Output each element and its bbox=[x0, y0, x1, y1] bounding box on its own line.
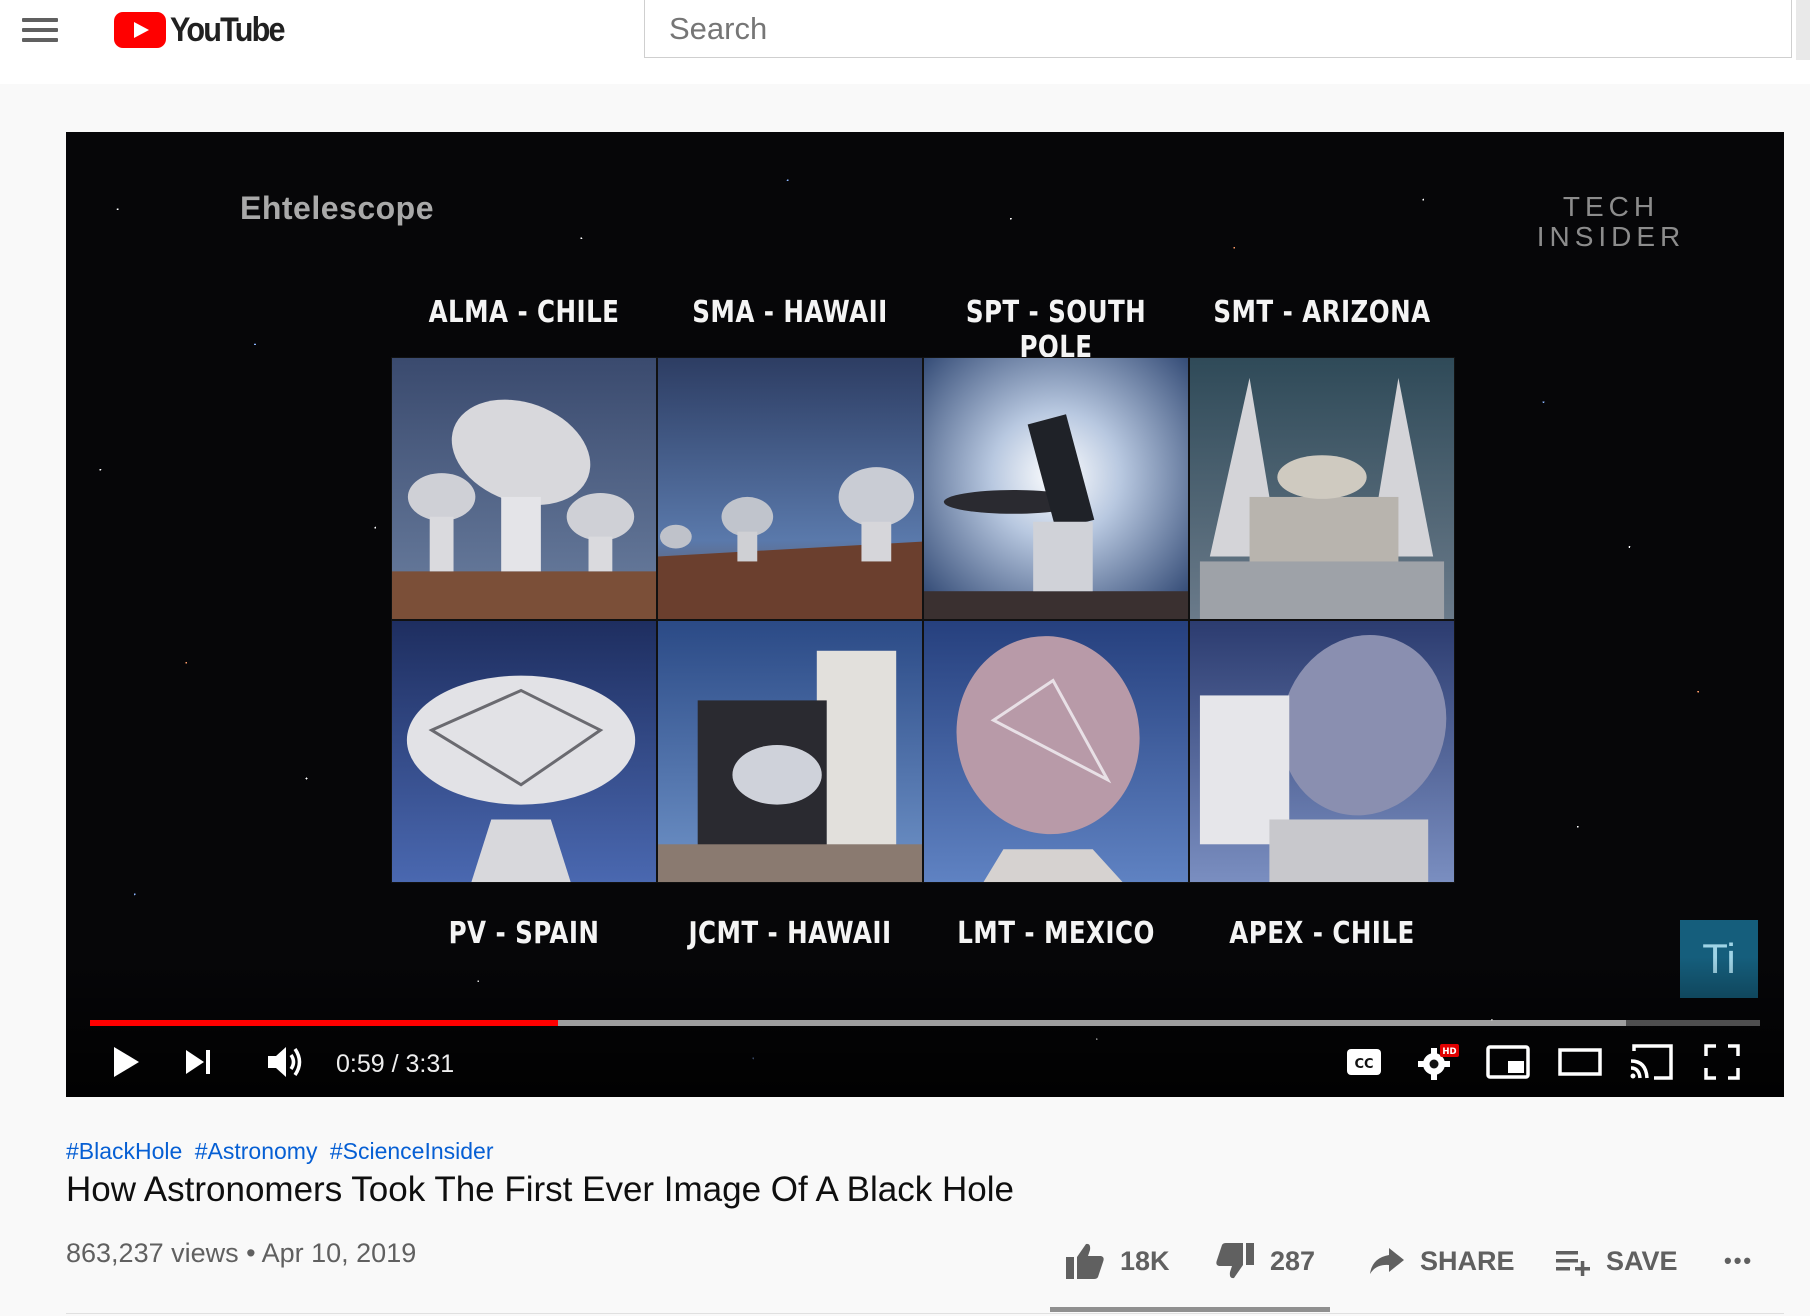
youtube-play-logo-icon bbox=[114, 12, 166, 48]
like-button[interactable]: 18K bbox=[1064, 1236, 1170, 1286]
more-actions-button[interactable]: ••• bbox=[1724, 1236, 1753, 1286]
site-label: SPT - SOUTH POLE bbox=[965, 295, 1147, 365]
captions-icon: CC bbox=[1347, 1049, 1381, 1075]
playlist-add-icon bbox=[1556, 1251, 1590, 1276]
telescope-image-pv bbox=[391, 620, 657, 883]
theater-icon bbox=[1558, 1048, 1602, 1076]
video-meta: 863,237 views • Apr 10, 2019 bbox=[66, 1238, 416, 1269]
telescope-image-lmt bbox=[923, 620, 1189, 883]
watermark-line: INSIDER bbox=[1536, 221, 1686, 252]
site-label: JCMT - HAWAII bbox=[688, 916, 892, 951]
player-controls: 0:59 / 3:31 CC HD bbox=[66, 1032, 1784, 1096]
progress-bar[interactable] bbox=[90, 1020, 1760, 1026]
channel-watermark: TECH INSIDER bbox=[1526, 192, 1696, 252]
hashtag-link[interactable]: #BlackHole bbox=[66, 1138, 182, 1164]
site-label: APEX - CHILE bbox=[1229, 916, 1415, 951]
cast-button[interactable] bbox=[1626, 1040, 1676, 1084]
site-label: ALMA - CHILE bbox=[428, 295, 620, 330]
captions-button[interactable]: CC bbox=[1342, 1040, 1386, 1084]
view-count: 863,237 views bbox=[66, 1238, 239, 1268]
thumbs-down-icon bbox=[1216, 1243, 1254, 1279]
video-title: How Astronomers Took The First Ever Imag… bbox=[66, 1170, 1014, 1209]
masthead: YouTube bbox=[0, 0, 1810, 84]
time-display: 0:59 / 3:31 bbox=[336, 1050, 455, 1078]
fullscreen-button[interactable] bbox=[1700, 1040, 1744, 1084]
site-label: LMT - MEXICO bbox=[957, 916, 1155, 951]
telescope-image-jcmt bbox=[657, 620, 923, 883]
next-button[interactable] bbox=[176, 1040, 220, 1084]
youtube-logo[interactable]: YouTube bbox=[114, 10, 296, 50]
hd-badge: HD bbox=[1442, 1047, 1456, 1057]
theater-mode-button[interactable] bbox=[1556, 1040, 1604, 1084]
progress-played bbox=[90, 1020, 558, 1026]
telescope-image-apex bbox=[1189, 620, 1455, 883]
telescope-labels-bottom: PV - SPAIN JCMT - HAWAII LMT - MEXICO AP… bbox=[66, 916, 1784, 956]
miniplayer-icon bbox=[1486, 1045, 1530, 1079]
like-dislike-ratio-bar bbox=[1050, 1307, 1330, 1312]
miniplayer-button[interactable] bbox=[1484, 1040, 1532, 1084]
next-icon bbox=[186, 1050, 210, 1074]
volume-button[interactable] bbox=[262, 1040, 310, 1084]
telescope-image-smt bbox=[1189, 357, 1455, 620]
settings-button[interactable]: HD bbox=[1414, 1040, 1462, 1084]
telescope-grid bbox=[391, 357, 1457, 883]
like-count: 18K bbox=[1120, 1245, 1170, 1276]
telescope-labels-top: ALMA - CHILE SMA - HAWAII SPT - SOUTH PO… bbox=[66, 295, 1784, 365]
share-button[interactable]: SHARE bbox=[1368, 1236, 1515, 1286]
cast-icon bbox=[1630, 1044, 1673, 1080]
dislike-count: 287 bbox=[1270, 1245, 1316, 1276]
watermark-line: TECH bbox=[1562, 191, 1660, 222]
play-icon bbox=[114, 1047, 139, 1077]
thumbs-up-icon bbox=[1066, 1243, 1104, 1279]
hashtag-link[interactable]: #ScienceInsider bbox=[330, 1138, 494, 1164]
play-button[interactable] bbox=[104, 1040, 148, 1084]
save-button[interactable]: SAVE bbox=[1554, 1236, 1678, 1286]
site-label: SMT - ARIZONA bbox=[1213, 295, 1431, 330]
meta-separator: • bbox=[246, 1238, 256, 1268]
volume-icon bbox=[268, 1047, 302, 1077]
telescope-image-spt bbox=[923, 357, 1189, 620]
video-player[interactable]: Ehtelescope TECH INSIDER ALMA - CHILE SM… bbox=[66, 132, 1784, 1097]
save-label: SAVE bbox=[1606, 1245, 1678, 1276]
site-label: PV - SPAIN bbox=[448, 916, 600, 951]
more-icon: ••• bbox=[1724, 1248, 1754, 1273]
publish-date: Apr 10, 2019 bbox=[261, 1238, 417, 1268]
divider bbox=[66, 1313, 1784, 1314]
search-input[interactable] bbox=[645, 0, 1791, 57]
gear-icon: HD bbox=[1418, 1044, 1459, 1080]
hashtags: #BlackHole #Astronomy #ScienceInsider bbox=[66, 1138, 500, 1165]
logo-text: YouTube bbox=[170, 10, 286, 49]
search-box[interactable] bbox=[644, 0, 1792, 58]
scrollbar[interactable] bbox=[1796, 0, 1810, 60]
video-overlay-brand: Ehtelescope bbox=[240, 190, 435, 226]
telescope-image-sma bbox=[657, 357, 923, 620]
dislike-button[interactable]: 287 bbox=[1214, 1236, 1315, 1286]
captions-icon-label: CC bbox=[1354, 1057, 1373, 1072]
share-icon bbox=[1370, 1248, 1404, 1274]
menu-icon[interactable] bbox=[22, 16, 62, 44]
fullscreen-icon bbox=[1704, 1044, 1740, 1080]
telescope-image-alma bbox=[391, 357, 657, 620]
hashtag-link[interactable]: #Astronomy bbox=[195, 1138, 318, 1164]
site-label: SMA - HAWAII bbox=[692, 295, 888, 330]
share-label: SHARE bbox=[1420, 1245, 1515, 1276]
